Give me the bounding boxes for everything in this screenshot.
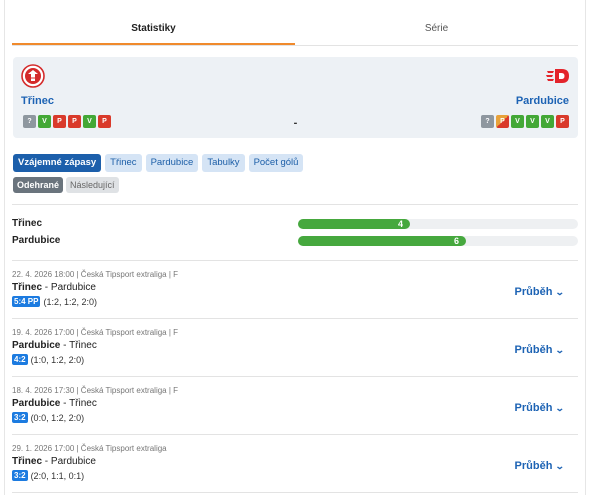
match-progress-toggle[interactable]: Průběh ⌄ [514, 402, 566, 414]
divider [12, 204, 578, 205]
form-badge-win: V [526, 115, 539, 128]
wins-row-pardubice: Pardubice 6 [12, 234, 578, 248]
chevron-down-icon: ⌄ [555, 286, 566, 297]
match-progress-label: Průběh [514, 402, 553, 414]
tab-serie[interactable]: Série [295, 14, 578, 45]
form-badge-win: V [511, 115, 524, 128]
divider [12, 492, 578, 493]
match-home-team: Pardubice [12, 340, 61, 351]
wins-bar-fill: 6 [298, 236, 466, 246]
match-score-badge: 3:2 [12, 412, 28, 423]
match-progress-label: Průběh [514, 460, 553, 472]
form-badge-overtime-loss: P [496, 115, 509, 128]
match-progress-toggle[interactable]: Průběh ⌄ [514, 460, 566, 472]
divider [12, 376, 578, 377]
match-result: 3:2 (0:0, 1:2, 2:0) [12, 412, 84, 423]
tab-bar: Statistiky Série [12, 14, 578, 46]
match-row[interactable]: 29. 1. 2026 17:00 | Česká Tipsport extra… [12, 436, 578, 494]
match-teams: Pardubice - Třinec [12, 340, 97, 351]
match-periods: (1:2, 1:2, 2:0) [43, 296, 97, 307]
match-progress-label: Průběh [514, 286, 553, 298]
home-team-name[interactable]: Třinec [21, 95, 54, 107]
filter-trinec[interactable]: Třinec [105, 154, 142, 172]
trinec-logo-icon[interactable] [21, 64, 45, 88]
match-result: 3:2 (2:0, 1:1, 0:1) [12, 470, 84, 481]
wins-bar-track: 6 [298, 236, 578, 246]
match-home-team: Pardubice [12, 398, 61, 409]
match-row[interactable]: 22. 4. 2026 18:00 | Česká Tipsport extra… [12, 262, 578, 320]
chevron-down-icon: ⌄ [555, 344, 566, 355]
match-periods: (1:0, 1:2, 2:0) [30, 354, 85, 365]
divider [12, 260, 578, 261]
match-progress-toggle[interactable]: Průběh ⌄ [514, 286, 566, 298]
wins-bar-track: 4 [298, 219, 578, 229]
form-badge-win: V [541, 115, 554, 128]
match-row[interactable]: 18. 4. 2026 17:30 | Česká Tipsport extra… [12, 378, 578, 436]
match-progress-toggle[interactable]: Průběh ⌄ [514, 344, 566, 356]
wins-bar-fill: 4 [298, 219, 410, 229]
chevron-down-icon: ⌄ [555, 402, 566, 413]
divider [12, 434, 578, 435]
match-progress-label: Průběh [514, 344, 553, 356]
away-team-form: ? P V V V P [481, 115, 569, 128]
wins-row-trinec: Třinec 4 [12, 217, 578, 231]
match-away-team: Třinec [69, 398, 97, 409]
filter-pardubice[interactable]: Pardubice [145, 154, 199, 172]
match-teams: Třinec - Pardubice [12, 282, 96, 293]
match-home-team: Třinec [12, 282, 43, 293]
filter-tables[interactable]: Tabulky [202, 154, 245, 172]
match-meta: 18. 4. 2026 17:30 | Česká Tipsport extra… [12, 386, 179, 395]
match-away-team: Třinec [69, 340, 97, 351]
match-score-badge: 5:4 PP [12, 296, 41, 307]
match-score-badge: 3:2 [12, 470, 28, 481]
subfilter-upcoming[interactable]: Následující [66, 177, 119, 193]
match-periods: (0:0, 1:2, 2:0) [30, 412, 85, 423]
match-teams: Pardubice - Třinec [12, 398, 97, 409]
match-result: 4:2 (1:0, 1:2, 2:0) [12, 354, 84, 365]
match-result: 5:4 PP (1:2, 1:2, 2:0) [12, 296, 97, 307]
match-meta: 19. 4. 2026 17:00 | Česká Tipsport extra… [12, 328, 179, 337]
match-meta: 22. 4. 2026 18:00 | Česká Tipsport extra… [12, 270, 179, 279]
form-badge-unknown: ? [481, 115, 494, 128]
chevron-down-icon: ⌄ [555, 460, 566, 471]
wins-team-label: Pardubice [12, 235, 61, 246]
wins-team-label: Třinec [12, 218, 43, 229]
match-row[interactable]: 19. 4. 2026 17:00 | Česká Tipsport extra… [12, 320, 578, 378]
subfilter-played[interactable]: Odehrané [13, 177, 64, 193]
pardubice-logo-icon[interactable] [546, 64, 570, 88]
match-header-card: Třinec Pardubice ? V P P V P - ? P V V V… [13, 57, 578, 138]
tab-statistiky[interactable]: Statistiky [12, 14, 295, 45]
match-home-team: Třinec [12, 456, 43, 467]
match-score-badge: 4:2 [12, 354, 28, 365]
away-team-name[interactable]: Pardubice [516, 95, 569, 107]
form-badge-loss: P [556, 115, 569, 128]
match-away-team: Pardubice [50, 282, 96, 293]
match-periods: (2:0, 1:1, 0:1) [30, 470, 85, 481]
filter-head-to-head[interactable]: Vzájemné zápasy [13, 154, 102, 172]
filter-goal-count[interactable]: Počet gólů [248, 154, 304, 172]
wins-count: 6 [453, 236, 459, 246]
match-meta: 29. 1. 2026 17:00 | Česká Tipsport extra… [12, 444, 167, 453]
subfilter-bar: Odehrané Následující [13, 177, 119, 193]
filter-bar: Vzájemné zápasy Třinec Pardubice Tabulky… [13, 154, 304, 172]
match-teams: Třinec - Pardubice [12, 456, 96, 467]
wins-count: 4 [397, 219, 403, 229]
divider [12, 318, 578, 319]
match-away-team: Pardubice [50, 456, 96, 467]
